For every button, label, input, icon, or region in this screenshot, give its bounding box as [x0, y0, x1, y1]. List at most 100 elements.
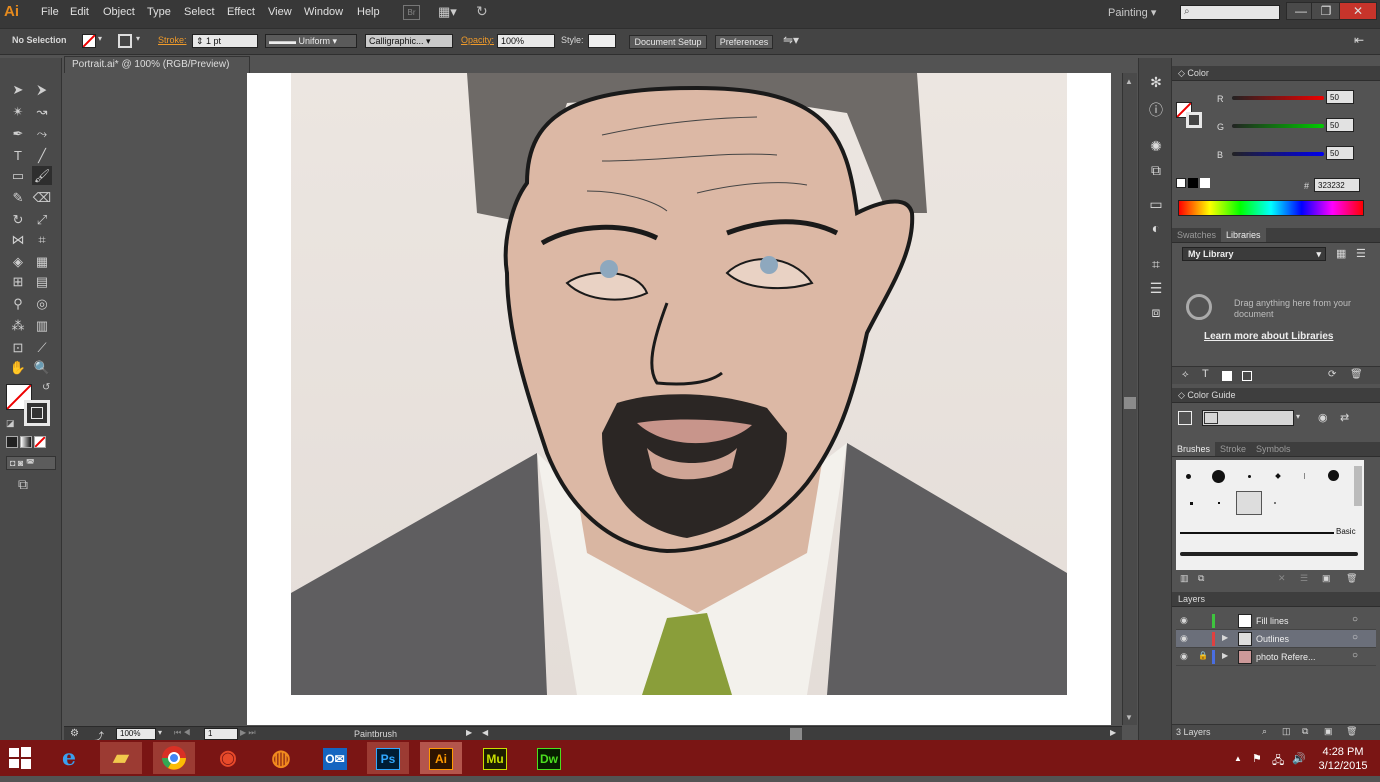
hand-tool-icon[interactable]: ✋	[8, 358, 28, 377]
drawing-modes-icon[interactable]: ◘ ◙ ◚	[6, 456, 56, 470]
brush-swatch-8[interactable]	[1218, 502, 1220, 504]
zoom-field[interactable]: 100%	[116, 728, 156, 740]
brush-swatch-5[interactable]	[1304, 473, 1305, 479]
fill-stroke-widget[interactable]	[1176, 88, 1202, 128]
scroll-down-icon[interactable]: ▼	[1125, 713, 1133, 722]
tab-brushes[interactable]: Brushes	[1172, 442, 1216, 456]
layer-name[interactable]: Outlines	[1256, 634, 1289, 644]
info-icon[interactable]: ⓘ	[1139, 100, 1173, 120]
brush-libraries-icon[interactable]: ▥	[1180, 573, 1189, 584]
expand-triangle-icon[interactable]: ▶	[1222, 651, 1228, 660]
ie-taskbar-icon[interactable]: e	[48, 742, 90, 774]
type-tool-icon[interactable]: T	[8, 146, 28, 165]
tab-stroke[interactable]: Stroke	[1215, 442, 1251, 456]
menu-window[interactable]: Window	[304, 6, 343, 18]
list-view-icon[interactable]: ☰	[1356, 247, 1366, 260]
lock-icon[interactable]: 🔒	[1198, 651, 1208, 660]
visibility-eye-icon[interactable]: ◉	[1180, 633, 1188, 644]
scale-tool-icon[interactable]: ⤢	[32, 210, 52, 229]
brush-definition[interactable]: Calligraphic... ▾	[365, 34, 453, 48]
layer-target-icon[interactable]: ○	[1352, 632, 1358, 643]
none-quick-swatch[interactable]	[1176, 178, 1186, 188]
zoom-tool-icon[interactable]: 🔍	[32, 358, 52, 377]
edit-colors-icon[interactable]: ⇄	[1340, 411, 1349, 424]
hscroll-thumb[interactable]	[790, 728, 802, 740]
red-slider[interactable]	[1232, 96, 1324, 100]
outlook-taskbar-icon[interactable]: O✉	[314, 742, 356, 774]
variable-width-profile[interactable]: ▬▬▬ Uniform ▾	[265, 34, 357, 48]
align-icon[interactable]: ☰	[1139, 280, 1173, 297]
lasso-tool-icon[interactable]: ↝	[32, 102, 52, 121]
color-panel-header[interactable]: ◇ Color	[1172, 66, 1380, 81]
paintbrush-tool-icon[interactable]: 🖌	[32, 166, 52, 185]
color-themes-icon[interactable]: ◉	[1318, 411, 1328, 424]
pathfinder-icon[interactable]: ⧈	[1139, 304, 1173, 321]
add-stroke-color-icon[interactable]	[1242, 371, 1252, 381]
blue-slider[interactable]	[1232, 152, 1324, 156]
chrome-taskbar-icon[interactable]	[153, 742, 195, 774]
firefox-taskbar-icon[interactable]: ◍	[260, 742, 302, 774]
brush-swatch-1[interactable]	[1186, 474, 1191, 479]
document-setup-button[interactable]: Document Setup	[629, 35, 707, 49]
stroke-label[interactable]: Stroke:	[158, 35, 187, 45]
zoom-dropdown-icon[interactable]: ▾	[158, 728, 162, 737]
artboard-nav-first-icon[interactable]: ⏮ ◀	[174, 728, 191, 738]
artboard-tool-icon[interactable]: ⊡	[8, 338, 28, 357]
appearance-icon[interactable]: ✻	[1139, 74, 1173, 91]
blue-value-field[interactable]: 50	[1326, 146, 1354, 160]
system-clock[interactable]: 4:28 PM 3/12/2015	[1318, 745, 1368, 773]
status-menu-icon[interactable]: ▶	[466, 728, 472, 737]
harmony-dropdown-icon[interactable]: ▾	[1296, 412, 1300, 421]
volume-icon[interactable]: 🔊	[1292, 752, 1306, 765]
basic-brush-stroke[interactable]	[1180, 532, 1334, 534]
layer-row[interactable]: ◉ ▶ Outlines ○	[1176, 630, 1376, 648]
bridge-button[interactable]: Br	[403, 5, 420, 20]
color-guide-header[interactable]: ◇ Color Guide	[1172, 388, 1380, 403]
mesh-tool-icon[interactable]: ⊞	[8, 272, 28, 291]
red-value-field[interactable]: 50	[1326, 90, 1354, 104]
media-taskbar-icon[interactable]: ◉	[207, 742, 249, 774]
remove-stroke-icon[interactable]: ✕	[1278, 573, 1286, 584]
new-brush-icon[interactable]: ▣	[1322, 573, 1331, 584]
pencil-tool-icon[interactable]: ✎	[8, 188, 28, 207]
menu-type[interactable]: Type	[147, 6, 171, 18]
free-transform-tool-icon[interactable]: ⌗	[32, 230, 52, 249]
shape-builder-tool-icon[interactable]: ◈	[8, 252, 28, 271]
libraries-panel-icon[interactable]: ⧉	[1198, 573, 1204, 584]
menu-effect[interactable]: Effect	[227, 6, 255, 18]
green-slider[interactable]	[1232, 124, 1324, 128]
new-layer-icon[interactable]: ▣	[1324, 726, 1333, 737]
brush-swatch-4[interactable]	[1275, 473, 1281, 479]
harmony-rules-dropdown[interactable]	[1202, 410, 1294, 426]
rectangle-tool-icon[interactable]: ▭	[8, 166, 28, 185]
arrange-icon[interactable]: ⇋▾	[783, 33, 799, 47]
color-stroke-swatch[interactable]	[1186, 112, 1202, 128]
layer-row[interactable]: ◉ Fill lines ○	[1176, 612, 1376, 630]
hscroll-right-icon[interactable]: ▶	[1110, 728, 1116, 737]
green-value-field[interactable]: 50	[1326, 118, 1354, 132]
gradient-tool-icon[interactable]: ▤	[32, 272, 52, 291]
artboard-number-field[interactable]: 1	[204, 728, 238, 740]
brush-swatch-selected[interactable]	[1236, 491, 1262, 515]
stroke-dropdown-icon[interactable]: ▾	[136, 34, 140, 43]
close-button[interactable]: ✕	[1339, 2, 1377, 20]
preferences-button[interactable]: Preferences	[715, 35, 773, 49]
visibility-eye-icon[interactable]: ◉	[1180, 651, 1188, 662]
stroke-weight-field[interactable]: ⇕ 1 pt	[192, 34, 258, 48]
illustrator-taskbar-icon[interactable]: Ai	[420, 742, 462, 774]
color-spectrum[interactable]	[1178, 200, 1364, 216]
options-icon[interactable]: ☰	[1300, 573, 1308, 584]
charcoal-brush-stroke[interactable]	[1180, 552, 1358, 556]
muse-taskbar-icon[interactable]: Mu	[474, 742, 516, 774]
default-colors-icon[interactable]: ◪	[6, 418, 15, 429]
curvature-tool-icon[interactable]: ⤳	[32, 124, 52, 143]
fill-swatch[interactable]	[82, 34, 96, 48]
panel-menu-icon[interactable]: ⇤	[1354, 33, 1364, 47]
cc-sync-icon[interactable]: ⚙	[70, 728, 79, 739]
line-tool-icon[interactable]: ╱	[32, 146, 52, 165]
column-graph-tool-icon[interactable]: ▥	[32, 316, 52, 335]
gradient-panel-icon[interactable]: ▭	[1139, 196, 1173, 213]
screen-mode-icon[interactable]: ⧉	[18, 476, 28, 493]
brush-swatch-10[interactable]	[1274, 502, 1276, 504]
magic-wand-tool-icon[interactable]: ✴	[8, 102, 28, 121]
